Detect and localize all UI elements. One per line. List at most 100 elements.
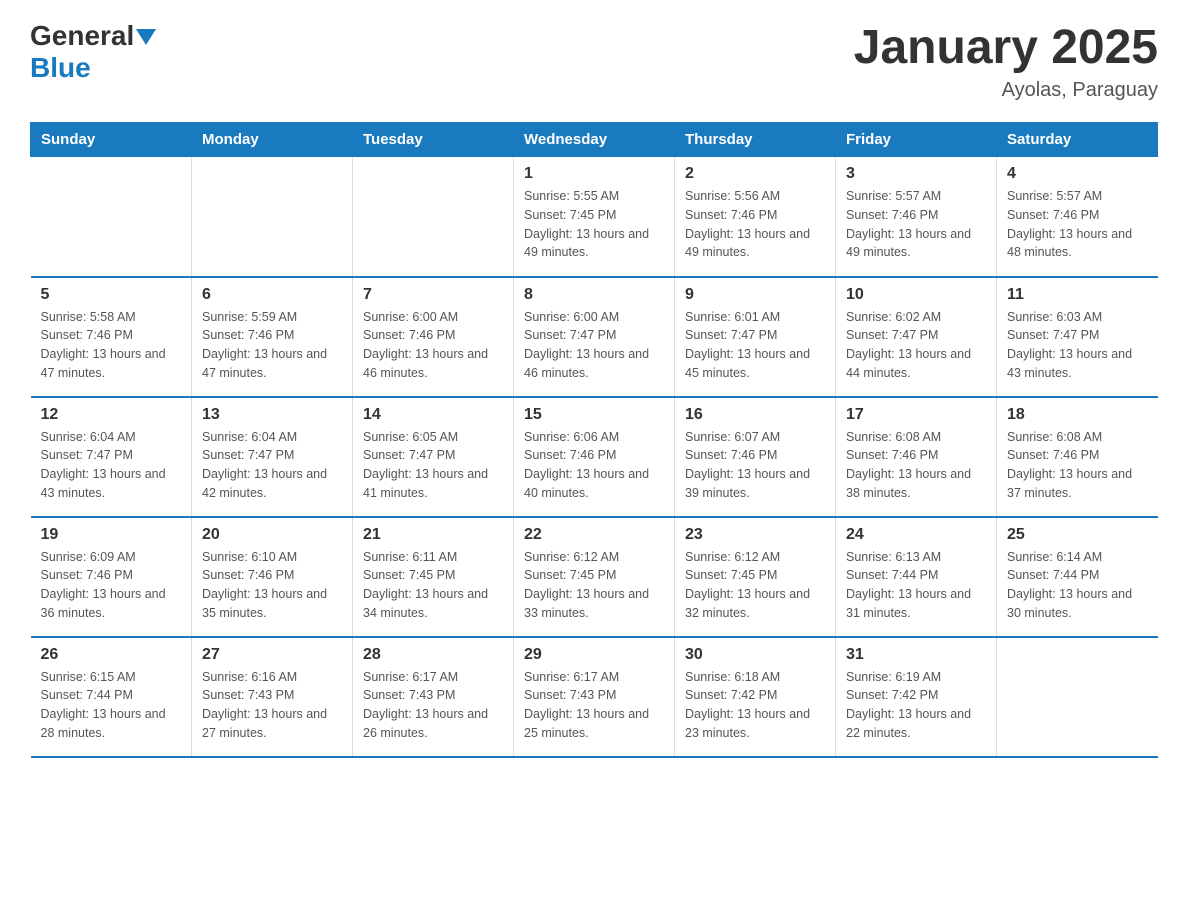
calendar-cell — [353, 157, 514, 277]
day-number: 21 — [363, 526, 503, 544]
day-number: 4 — [1007, 165, 1148, 183]
day-number: 9 — [685, 286, 825, 304]
day-info: Sunrise: 6:17 AM Sunset: 7:43 PM Dayligh… — [363, 668, 503, 743]
day-info: Sunrise: 6:09 AM Sunset: 7:46 PM Dayligh… — [41, 548, 182, 623]
day-number: 11 — [1007, 286, 1148, 304]
day-info: Sunrise: 6:06 AM Sunset: 7:46 PM Dayligh… — [524, 428, 664, 503]
calendar-cell: 15 Sunrise: 6:06 AM Sunset: 7:46 PM Dayli… — [514, 397, 675, 517]
day-info: Sunrise: 5:57 AM Sunset: 7:46 PM Dayligh… — [846, 187, 986, 262]
title-block: January 2025 Ayolas, Paraguay — [854, 20, 1158, 102]
day-number: 8 — [524, 286, 664, 304]
day-info: Sunrise: 5:56 AM Sunset: 7:46 PM Dayligh… — [685, 187, 825, 262]
logo-triangle-icon — [136, 29, 156, 45]
day-number: 16 — [685, 406, 825, 424]
day-info: Sunrise: 5:57 AM Sunset: 7:46 PM Dayligh… — [1007, 187, 1148, 262]
day-number: 27 — [202, 646, 342, 664]
calendar-cell: 10 Sunrise: 6:02 AM Sunset: 7:47 PM Dayli… — [836, 277, 997, 397]
day-info: Sunrise: 6:02 AM Sunset: 7:47 PM Dayligh… — [846, 308, 986, 383]
header-wednesday: Wednesday — [514, 123, 675, 157]
calendar-cell: 14Sunrise: 6:05 AM Sunset: 7:47 PM Dayli… — [353, 397, 514, 517]
calendar-cell: 7 Sunrise: 6:00 AM Sunset: 7:46 PM Daylig… — [353, 277, 514, 397]
calendar-cell: 17 Sunrise: 6:08 AM Sunset: 7:46 PM Dayli… — [836, 397, 997, 517]
day-info: Sunrise: 6:17 AM Sunset: 7:43 PM Dayligh… — [524, 668, 664, 743]
calendar-cell — [997, 637, 1158, 757]
calendar-cell: 9 Sunrise: 6:01 AM Sunset: 7:47 PM Daylig… — [675, 277, 836, 397]
calendar-cell: 28 Sunrise: 6:17 AM Sunset: 7:43 PM Dayli… — [353, 637, 514, 757]
day-number: 22 — [524, 526, 664, 544]
day-info: Sunrise: 6:11 AM Sunset: 7:45 PM Dayligh… — [363, 548, 503, 623]
calendar-cell: 2Sunrise: 5:56 AM Sunset: 7:46 PM Daylig… — [675, 157, 836, 277]
day-info: Sunrise: 6:04 AM Sunset: 7:47 PM Dayligh… — [41, 428, 182, 503]
day-info: Sunrise: 6:01 AM Sunset: 7:47 PM Dayligh… — [685, 308, 825, 383]
calendar-cell — [31, 157, 192, 277]
calendar-cell: 30Sunrise: 6:18 AM Sunset: 7:42 PM Dayli… — [675, 637, 836, 757]
calendar-table: SundayMondayTuesdayWednesdayThursdayFrid… — [30, 122, 1158, 758]
calendar-cell: 3 Sunrise: 5:57 AM Sunset: 7:46 PM Daylig… — [836, 157, 997, 277]
day-info: Sunrise: 5:55 AM Sunset: 7:45 PM Dayligh… — [524, 187, 664, 262]
week-row-1: 1 Sunrise: 5:55 AM Sunset: 7:45 PM Daylig… — [31, 157, 1158, 277]
day-info: Sunrise: 6:00 AM Sunset: 7:47 PM Dayligh… — [524, 308, 664, 383]
day-number: 23 — [685, 526, 825, 544]
day-number: 17 — [846, 406, 986, 424]
location-title: Ayolas, Paraguay — [854, 79, 1158, 102]
day-number: 3 — [846, 165, 986, 183]
day-number: 20 — [202, 526, 342, 544]
calendar-cell: 18 Sunrise: 6:08 AM Sunset: 7:46 PM Dayli… — [997, 397, 1158, 517]
calendar-cell: 1 Sunrise: 5:55 AM Sunset: 7:45 PM Daylig… — [514, 157, 675, 277]
calendar-cell: 20 Sunrise: 6:10 AM Sunset: 7:46 PM Dayli… — [192, 517, 353, 637]
day-number: 5 — [41, 286, 182, 304]
calendar-cell: 16 Sunrise: 6:07 AM Sunset: 7:46 PM Dayli… — [675, 397, 836, 517]
calendar-cell: 4 Sunrise: 5:57 AM Sunset: 7:46 PM Daylig… — [997, 157, 1158, 277]
day-number: 10 — [846, 286, 986, 304]
day-number: 31 — [846, 646, 986, 664]
logo: General Blue — [30, 20, 156, 84]
logo-general: General — [30, 20, 134, 51]
calendar-cell: 13Sunrise: 6:04 AM Sunset: 7:47 PM Dayli… — [192, 397, 353, 517]
day-info: Sunrise: 6:07 AM Sunset: 7:46 PM Dayligh… — [685, 428, 825, 503]
day-info: Sunrise: 6:08 AM Sunset: 7:46 PM Dayligh… — [846, 428, 986, 503]
day-info: Sunrise: 6:13 AM Sunset: 7:44 PM Dayligh… — [846, 548, 986, 623]
day-number: 28 — [363, 646, 503, 664]
day-number: 24 — [846, 526, 986, 544]
calendar-header-row: SundayMondayTuesdayWednesdayThursdayFrid… — [31, 123, 1158, 157]
day-number: 18 — [1007, 406, 1148, 424]
header-sunday: Sunday — [31, 123, 192, 157]
day-info: Sunrise: 6:12 AM Sunset: 7:45 PM Dayligh… — [685, 548, 825, 623]
page-header: General Blue January 2025 Ayolas, Paragu… — [30, 20, 1158, 102]
day-info: Sunrise: 6:00 AM Sunset: 7:46 PM Dayligh… — [363, 308, 503, 383]
day-number: 6 — [202, 286, 342, 304]
calendar-cell: 12Sunrise: 6:04 AM Sunset: 7:47 PM Dayli… — [31, 397, 192, 517]
day-number: 29 — [524, 646, 664, 664]
calendar-cell: 31Sunrise: 6:19 AM Sunset: 7:42 PM Dayli… — [836, 637, 997, 757]
day-info: Sunrise: 6:14 AM Sunset: 7:44 PM Dayligh… — [1007, 548, 1148, 623]
day-info: Sunrise: 6:18 AM Sunset: 7:42 PM Dayligh… — [685, 668, 825, 743]
day-info: Sunrise: 6:10 AM Sunset: 7:46 PM Dayligh… — [202, 548, 342, 623]
calendar-cell: 29 Sunrise: 6:17 AM Sunset: 7:43 PM Dayli… — [514, 637, 675, 757]
logo-text: General Blue — [30, 20, 156, 84]
calendar-cell: 19 Sunrise: 6:09 AM Sunset: 7:46 PM Dayli… — [31, 517, 192, 637]
week-row-3: 12Sunrise: 6:04 AM Sunset: 7:47 PM Dayli… — [31, 397, 1158, 517]
day-info: Sunrise: 6:08 AM Sunset: 7:46 PM Dayligh… — [1007, 428, 1148, 503]
week-row-2: 5 Sunrise: 5:58 AM Sunset: 7:46 PM Daylig… — [31, 277, 1158, 397]
header-saturday: Saturday — [997, 123, 1158, 157]
day-number: 19 — [41, 526, 182, 544]
day-number: 1 — [524, 165, 664, 183]
calendar-cell: 26Sunrise: 6:15 AM Sunset: 7:44 PM Dayli… — [31, 637, 192, 757]
day-number: 7 — [363, 286, 503, 304]
month-title: January 2025 — [854, 20, 1158, 75]
calendar-cell: 24 Sunrise: 6:13 AM Sunset: 7:44 PM Dayli… — [836, 517, 997, 637]
header-thursday: Thursday — [675, 123, 836, 157]
calendar-cell: 27 Sunrise: 6:16 AM Sunset: 7:43 PM Dayli… — [192, 637, 353, 757]
day-info: Sunrise: 6:03 AM Sunset: 7:47 PM Dayligh… — [1007, 308, 1148, 383]
day-info: Sunrise: 6:12 AM Sunset: 7:45 PM Dayligh… — [524, 548, 664, 623]
calendar-cell: 25Sunrise: 6:14 AM Sunset: 7:44 PM Dayli… — [997, 517, 1158, 637]
day-info: Sunrise: 5:59 AM Sunset: 7:46 PM Dayligh… — [202, 308, 342, 383]
day-info: Sunrise: 6:16 AM Sunset: 7:43 PM Dayligh… — [202, 668, 342, 743]
calendar-cell: 23 Sunrise: 6:12 AM Sunset: 7:45 PM Dayli… — [675, 517, 836, 637]
day-info: Sunrise: 6:15 AM Sunset: 7:44 PM Dayligh… — [41, 668, 182, 743]
header-tuesday: Tuesday — [353, 123, 514, 157]
day-info: Sunrise: 5:58 AM Sunset: 7:46 PM Dayligh… — [41, 308, 182, 383]
day-number: 13 — [202, 406, 342, 424]
calendar-cell: 21 Sunrise: 6:11 AM Sunset: 7:45 PM Dayli… — [353, 517, 514, 637]
day-number: 15 — [524, 406, 664, 424]
